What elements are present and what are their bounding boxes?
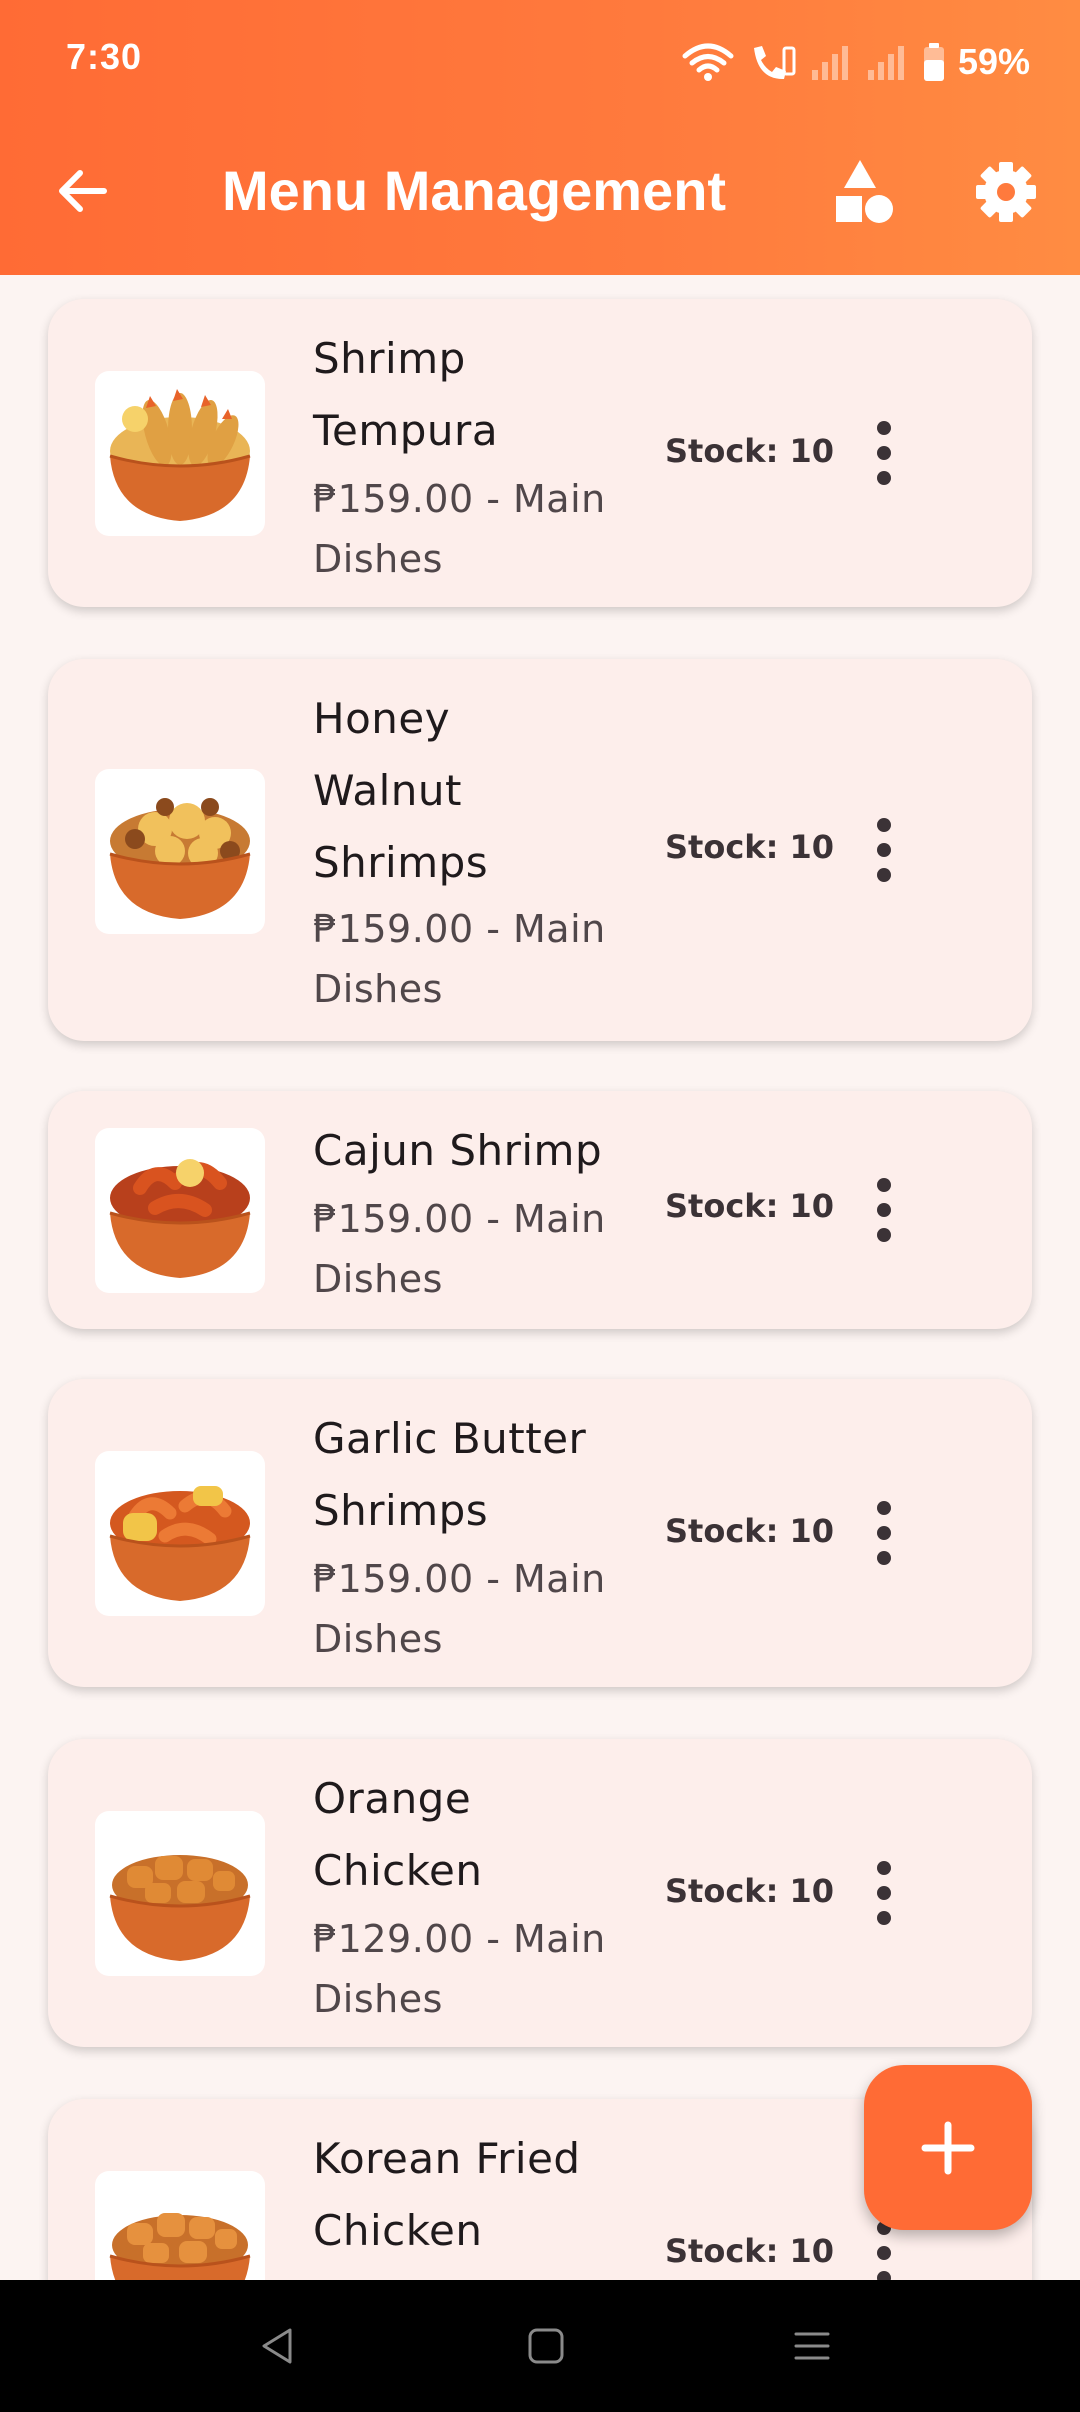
- item-name-line: Chicken: [313, 2206, 483, 2255]
- item-name-line: Honey: [313, 694, 451, 743]
- battery-icon: [923, 43, 944, 81]
- plus-icon: [921, 2121, 975, 2175]
- page-title: Menu Management: [222, 159, 727, 222]
- nav-back-icon[interactable]: [258, 2326, 298, 2366]
- menu-item-card[interactable]: Honey Walnut Shrimps ₱159.00 - Main Dish…: [48, 659, 1032, 1041]
- item-price-line: ₱129.00 - Main: [313, 1917, 606, 1961]
- item-name-line: Shrimp: [313, 334, 466, 383]
- menu-item-card[interactable]: Garlic Butter Shrimps ₱159.00 - Main Dis…: [48, 1379, 1032, 1687]
- add-item-button[interactable]: [864, 2065, 1032, 2230]
- item-price-line: ₱159.00 - Main: [313, 1557, 606, 1601]
- garlic-butter-shrimps-image: [95, 1451, 265, 1616]
- more-vert-icon[interactable]: [856, 418, 912, 488]
- app-bar: 7:30 59% Menu Management: [0, 0, 1080, 275]
- item-stock: Stock: 10: [665, 1872, 835, 1910]
- item-price-line: Dishes: [313, 1257, 443, 1301]
- shrimp-tempura-image: [95, 371, 265, 536]
- item-price-line: Dishes: [313, 537, 443, 581]
- more-vert-icon[interactable]: [856, 1498, 912, 1568]
- signal-icon: [867, 46, 904, 80]
- item-price-line: Dishes: [313, 967, 443, 1011]
- signal-icon: [811, 46, 848, 80]
- nav-recents-icon[interactable]: [792, 2326, 832, 2366]
- item-stock: Stock: 10: [665, 828, 835, 866]
- item-price-line: Dishes: [313, 1977, 443, 2021]
- item-stock: Stock: 10: [665, 1187, 835, 1225]
- system-nav-bar: [0, 2280, 1080, 2412]
- volte-call-icon: [753, 46, 796, 80]
- korean-fried-chicken-image: [95, 2171, 265, 2280]
- menu-item-card[interactable]: Cajun Shrimp ₱159.00 - Main Dishes Stock…: [48, 1091, 1032, 1329]
- item-name-line: Shrimps: [313, 1486, 489, 1535]
- cajun-shrimp-image: [95, 1128, 265, 1293]
- item-price-line: ₱159.00 - Main: [313, 907, 606, 951]
- item-price-line: Dishes: [313, 1617, 443, 1661]
- item-name-line: Cajun Shrimp: [313, 1126, 603, 1175]
- item-name-line: Tempura: [313, 406, 499, 455]
- item-stock: Stock: 10: [665, 432, 835, 470]
- more-vert-icon[interactable]: [856, 1858, 912, 1928]
- item-stock: Stock: 10: [665, 1512, 835, 1550]
- item-price-line: ₱159.00 - Main: [313, 1197, 606, 1241]
- gear-icon[interactable]: [972, 158, 1040, 226]
- arrow-left-icon[interactable]: [52, 160, 114, 222]
- item-name-line: Walnut: [313, 766, 462, 815]
- menu-item-list[interactable]: Shrimp Tempura ₱159.00 - Main Dishes Sto…: [0, 275, 1080, 2280]
- orange-chicken-image: [95, 1811, 265, 1976]
- shapes-icon[interactable]: [830, 158, 898, 226]
- more-vert-icon[interactable]: [856, 815, 912, 885]
- item-stock: Stock: 10: [665, 2232, 835, 2270]
- nav-home-icon[interactable]: [526, 2326, 566, 2366]
- menu-item-card[interactable]: Shrimp Tempura ₱159.00 - Main Dishes Sto…: [48, 299, 1032, 607]
- menu-item-card[interactable]: Orange Chicken ₱129.00 - Main Dishes Sto…: [48, 1739, 1032, 2047]
- item-name-line: Chicken: [313, 1846, 483, 1895]
- more-vert-icon[interactable]: [856, 1175, 912, 1245]
- wifi-icon: [682, 43, 734, 81]
- item-name-line: Orange: [313, 1774, 472, 1823]
- honey-walnut-shrimps-image: [95, 769, 265, 934]
- status-time: 7:30: [66, 36, 143, 77]
- item-name-line: Garlic Butter: [313, 1414, 587, 1463]
- battery-percent: 59%: [957, 41, 1030, 82]
- item-name-line: Shrimps: [313, 838, 489, 887]
- item-name-line: Korean Fried: [313, 2134, 581, 2183]
- status-icons: 59%: [682, 34, 1030, 90]
- item-price-line: ₱159.00 - Main: [313, 477, 606, 521]
